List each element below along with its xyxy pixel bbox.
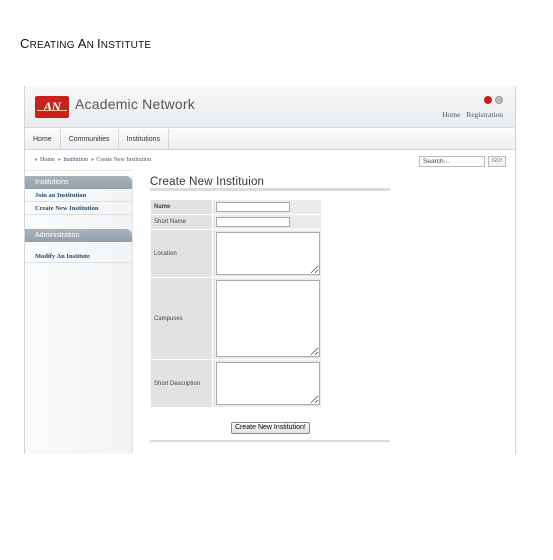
main-nav: Home Communities Institutions <box>25 129 515 150</box>
breadcrumb: ▸ Home ▸ Institution ▸ Create New Instituti… <box>33 156 151 163</box>
campuses-cell <box>213 278 321 359</box>
location-cell <box>213 230 321 277</box>
search-input[interactable] <box>419 156 485 167</box>
short-name-label: Short Name <box>151 215 212 229</box>
sidebar: Institutions Join an Institution Create … <box>25 176 133 454</box>
campuses-textarea[interactable] <box>216 280 320 357</box>
search-go-button[interactable]: GO! <box>488 156 506 167</box>
divider <box>25 170 133 171</box>
form-row-location: Location <box>151 230 321 277</box>
institution-form: Name Short Name Location Campuses Short … <box>150 199 322 408</box>
heading-part: C <box>20 36 30 51</box>
site-header: AN Academic Network Home Registration <box>25 86 515 128</box>
breadcrumb-arrow-icon: ▸ <box>91 157 95 163</box>
short-description-label: Short Description <box>151 360 212 407</box>
create-institution-button[interactable]: Create New Institution! <box>231 422 310 434</box>
page-title: Create New Instituion <box>150 176 390 191</box>
short-name-cell <box>213 215 321 229</box>
location-textarea[interactable] <box>216 232 320 275</box>
short-name-input[interactable] <box>216 217 290 227</box>
breadcrumb-section[interactable]: Institution <box>63 157 88 163</box>
document-heading: CREATING AN INSTITUTE <box>20 35 151 53</box>
heading-part: A <box>77 36 87 51</box>
top-links: Home Registration <box>438 110 503 119</box>
name-cell <box>213 200 321 214</box>
top-link-registration[interactable]: Registration <box>466 110 503 119</box>
brand-title: Academic Network <box>75 96 195 112</box>
breadcrumb-arrow-icon: ▸ <box>35 157 39 163</box>
main-content: Create New Instituion Name Short Name Lo… <box>150 176 390 442</box>
heading-part: REATING <box>29 40 78 51</box>
sidebar-heading-institutions: Institutions <box>25 176 132 189</box>
breadcrumb-arrow-icon: ▸ <box>58 157 62 163</box>
breadcrumb-current: Create New Institution <box>96 157 152 163</box>
submit-row: Create New Institution! <box>150 416 390 434</box>
campuses-label: Campuses <box>151 278 212 359</box>
name-label: Name <box>151 200 212 214</box>
logo[interactable]: AN <box>35 96 69 118</box>
top-link-home[interactable]: Home <box>442 110 460 119</box>
location-label: Location <box>151 230 212 277</box>
divider <box>150 440 390 442</box>
tab-home[interactable]: Home <box>25 129 61 150</box>
app-window: AN Academic Network Home Registration Ho… <box>24 86 516 454</box>
heading-part: NSTITUTE <box>100 40 152 51</box>
tab-communities[interactable]: Communities <box>61 129 119 150</box>
heading-part: N <box>86 40 97 51</box>
form-row-name: Name <box>151 200 321 214</box>
sidebar-heading-administration: Administration <box>25 229 132 242</box>
settings-icon[interactable] <box>495 96 503 104</box>
short-description-cell <box>213 360 321 407</box>
sidebar-item-create-institution[interactable]: Create New Institution <box>25 202 132 215</box>
tab-institutions[interactable]: Institutions <box>119 129 170 150</box>
breadcrumb-home[interactable]: Home <box>40 157 55 163</box>
sidebar-item-join-institution[interactable]: Join an Institution <box>25 189 132 202</box>
name-input[interactable] <box>216 202 290 212</box>
sidebar-item-modify-institute[interactable]: Modify An Institute <box>25 250 132 263</box>
form-row-short-name: Short Name <box>151 215 321 229</box>
flag-icon[interactable] <box>484 96 492 104</box>
short-description-textarea[interactable] <box>216 362 320 405</box>
form-row-campuses: Campuses <box>151 278 321 359</box>
form-row-short-description: Short Description <box>151 360 321 407</box>
